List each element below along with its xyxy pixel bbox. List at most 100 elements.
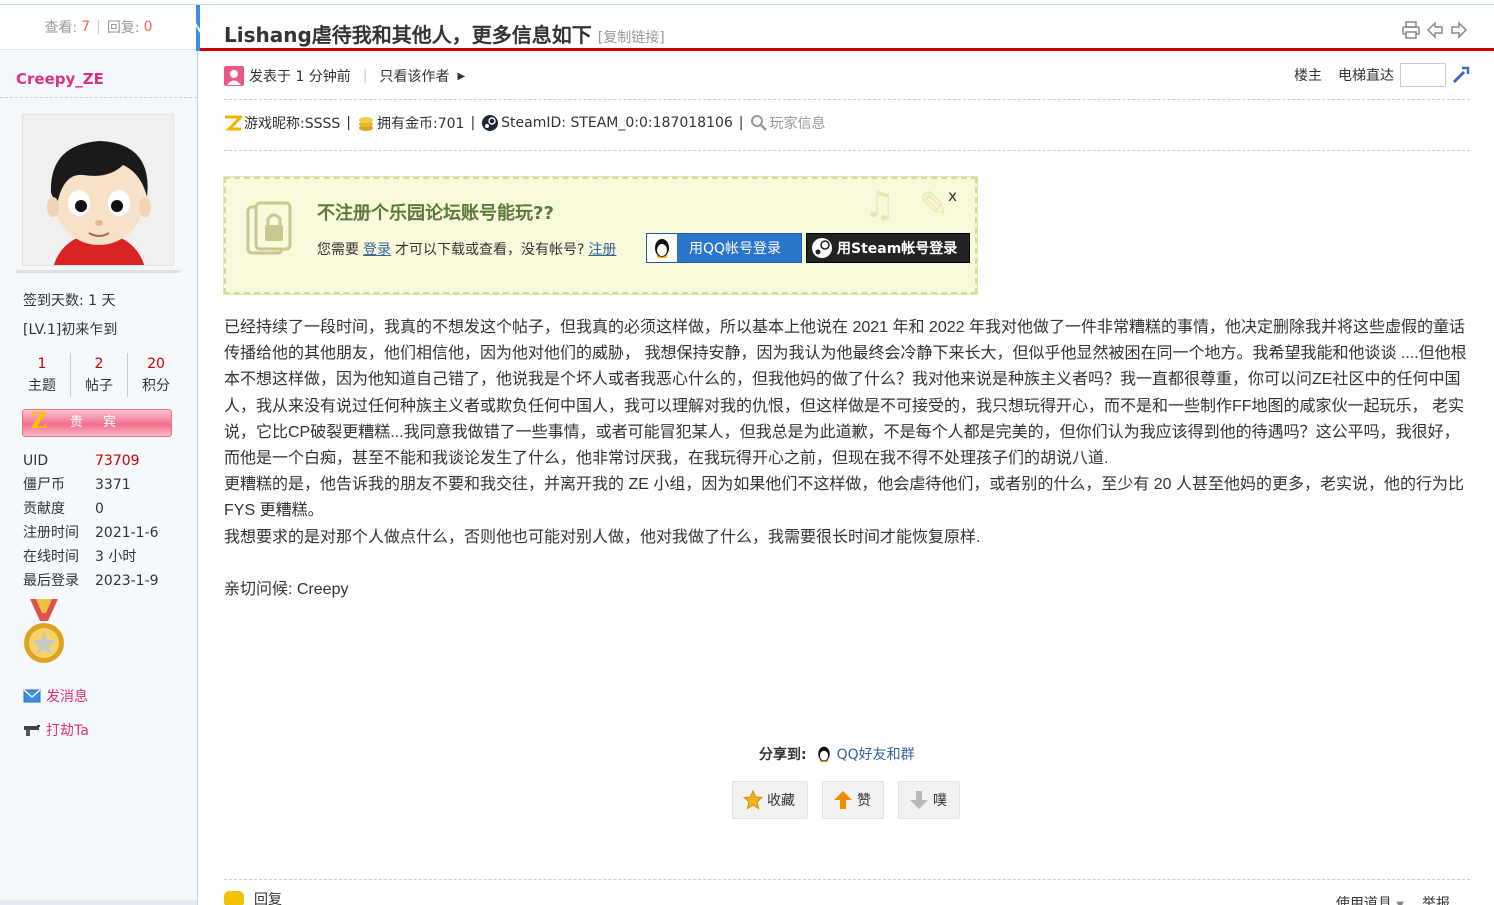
use-item-label: 使用道具: [1335, 896, 1392, 905]
count-label: 主题: [28, 378, 56, 394]
post-time: 发表于 1 分钟前: [249, 69, 351, 85]
game-divider: [224, 150, 1470, 151]
medal-icon[interactable]: [22, 599, 66, 667]
count-topics[interactable]: 1 主题: [14, 353, 70, 397]
info-key: 注册时间: [23, 525, 79, 541]
medal-image: [24, 599, 64, 663]
qq-login-label: 用QQ帐号登录: [689, 241, 782, 257]
info-value: 2023-1-9: [95, 573, 159, 589]
author-username[interactable]: Creepy_ZE: [0, 50, 197, 98]
views-count: 7: [81, 19, 91, 35]
chevron-down-icon: ▼: [1396, 900, 1404, 905]
register-link[interactable]: 注册: [588, 239, 616, 259]
count-value: 1: [37, 356, 47, 372]
triangle-right-icon: ▶: [457, 70, 466, 82]
author-info-table: UID 73709 僵尸币 3371 贡献度 0 注册时间 2021-1-6 在…: [23, 449, 197, 593]
user-group-label: 贵 宾: [69, 415, 125, 430]
floor-input[interactable]: [1400, 63, 1446, 87]
post-main: Lishang虐待我和其他人，更多信息如下 [复制链接] 发表于 1 分钟前 |: [196, 5, 1494, 905]
send-message-link[interactable]: 发消息: [0, 679, 197, 713]
count-label: 积分: [142, 378, 170, 394]
info-row: UID 73709: [23, 449, 197, 473]
player-info-link[interactable]: 玩家信息: [750, 113, 826, 133]
author-sidebar: 查看: 7 | 回复: 0 Creepy_ZE 签到天数: 1 天 [LV.1]…: [0, 5, 198, 905]
dislike-label: 噗: [933, 793, 947, 809]
elevator-label: 电梯直达: [1338, 68, 1394, 84]
like-button[interactable]: 赞: [822, 781, 884, 819]
floor-nav: 楼主 电梯直达: [1294, 63, 1470, 87]
game-separator: |: [470, 115, 476, 131]
game-nickname: 游戏昵称:SSSS: [224, 113, 340, 133]
coins-text: 拥有金币:701: [376, 116, 465, 132]
post-paragraph: 已经持续了一段时间，我真的不想发这个帖子，但我真的必须这样做，所以基本上他说在 …: [224, 319, 1467, 468]
favorite-button[interactable]: 收藏: [732, 781, 808, 819]
close-icon[interactable]: x: [948, 187, 957, 205]
previous-thread-icon[interactable]: [1426, 21, 1444, 39]
share-label: 分享到:: [759, 747, 807, 763]
next-thread-icon[interactable]: [1450, 21, 1468, 39]
count-label: 帖子: [85, 378, 113, 394]
game-separator: |: [346, 115, 351, 131]
jump-icon[interactable]: [1452, 66, 1470, 84]
author-counts: 1 主题 2 帖子 20 积分: [14, 353, 184, 397]
login-link[interactable]: 登录: [363, 239, 391, 259]
z-logo-icon: Z: [31, 408, 48, 434]
share-qq-label: QQ好友和群: [836, 747, 915, 763]
post-paragraph: 更糟糕的是，他告诉我的朋友不要和我交往，并离开我的 ZE 小组，因为如果他们不这…: [224, 476, 1465, 520]
prompt-text-before: 您需要: [317, 242, 359, 258]
steam-login-button[interactable]: 用Steam帐号登录: [806, 233, 970, 263]
down-arrow-icon: [909, 790, 929, 810]
reply-button[interactable]: 回复: [224, 889, 282, 905]
dislike-button[interactable]: 噗: [898, 781, 960, 819]
avatar-shadow: [16, 270, 180, 273]
user-group-badge: Z 贵 宾: [22, 408, 172, 437]
avatar-image: [23, 115, 173, 265]
game-info: 游戏昵称:SSSS | 拥有金币:701 | SteamID: STEAM_0:…: [224, 113, 826, 133]
prompt-text-middle: 才可以下载或查看，没有帐号?: [395, 242, 585, 258]
login-prompt-title: 不注册个乐园论坛账号能玩??: [317, 203, 554, 224]
count-value: 2: [94, 356, 104, 372]
info-key: 僵尸币: [23, 477, 65, 493]
post-actions: 收藏 赞 噗: [732, 781, 960, 819]
info-row: 注册时间 2021-1-6: [23, 521, 197, 545]
game-coins: 拥有金币:701: [357, 113, 464, 133]
count-posts[interactable]: 2 帖子: [70, 353, 127, 397]
coin-stack-icon: [358, 117, 373, 131]
qq-login-button[interactable]: 用QQ帐号登录: [646, 233, 802, 263]
replies-label: 回复:: [106, 20, 140, 36]
send-message-label: 发消息: [46, 689, 88, 705]
star-icon: [743, 790, 763, 810]
copy-link[interactable]: [复制链接]: [598, 30, 665, 46]
info-row: 最后登录 2023-1-9: [23, 569, 197, 593]
info-key: 最后登录: [23, 573, 79, 589]
print-icon[interactable]: [1402, 21, 1420, 39]
lock-document-icon: [246, 201, 292, 255]
thread-title: Lishang虐待我和其他人，更多信息如下: [224, 23, 592, 47]
author-level[interactable]: [LV.1]初来乍到: [0, 316, 197, 345]
avatar[interactable]: [22, 114, 174, 266]
online-status-icon: [224, 66, 244, 86]
info-value[interactable]: 73709: [95, 449, 140, 473]
use-item-link[interactable]: 使用道具 ▼: [1336, 893, 1404, 905]
reply-label: 回复: [254, 892, 282, 905]
share-qq-link[interactable]: QQ好友和群: [815, 744, 915, 764]
footer-divider: [224, 879, 1470, 880]
stats-separator: |: [96, 19, 101, 35]
steam-login-label: 用Steam帐号登录: [837, 241, 958, 257]
floor-label: 楼主: [1294, 68, 1322, 84]
nickname-text: 游戏昵称:SSSS: [244, 116, 341, 132]
meta-separator: |: [362, 68, 368, 84]
game-separator: |: [738, 115, 744, 131]
footer-tools: 使用道具 ▼ 举报: [1336, 893, 1450, 905]
login-prompt: ♫ ✎ x 不注册个乐园论坛账号能玩?? 您需要 登录 才可以下载或查看，没有帐…: [223, 176, 978, 295]
post-meta: 发表于 1 分钟前 | 只看该作者 ▶: [224, 66, 465, 86]
info-value: 0: [95, 501, 104, 517]
report-link[interactable]: 举报: [1422, 893, 1450, 905]
replies-count: 0: [143, 19, 153, 35]
rob-link[interactable]: 打劫Ta: [0, 713, 197, 747]
title-bar: Lishang虐待我和其他人，更多信息如下 [复制链接]: [196, 5, 1494, 51]
author-only-link[interactable]: 只看该作者: [380, 66, 450, 86]
count-points[interactable]: 20 积分: [127, 353, 184, 397]
author-panel: Creepy_ZE 签到天数: 1 天 [LV.1]初来乍到 1 主题 2 帖子…: [0, 50, 197, 900]
